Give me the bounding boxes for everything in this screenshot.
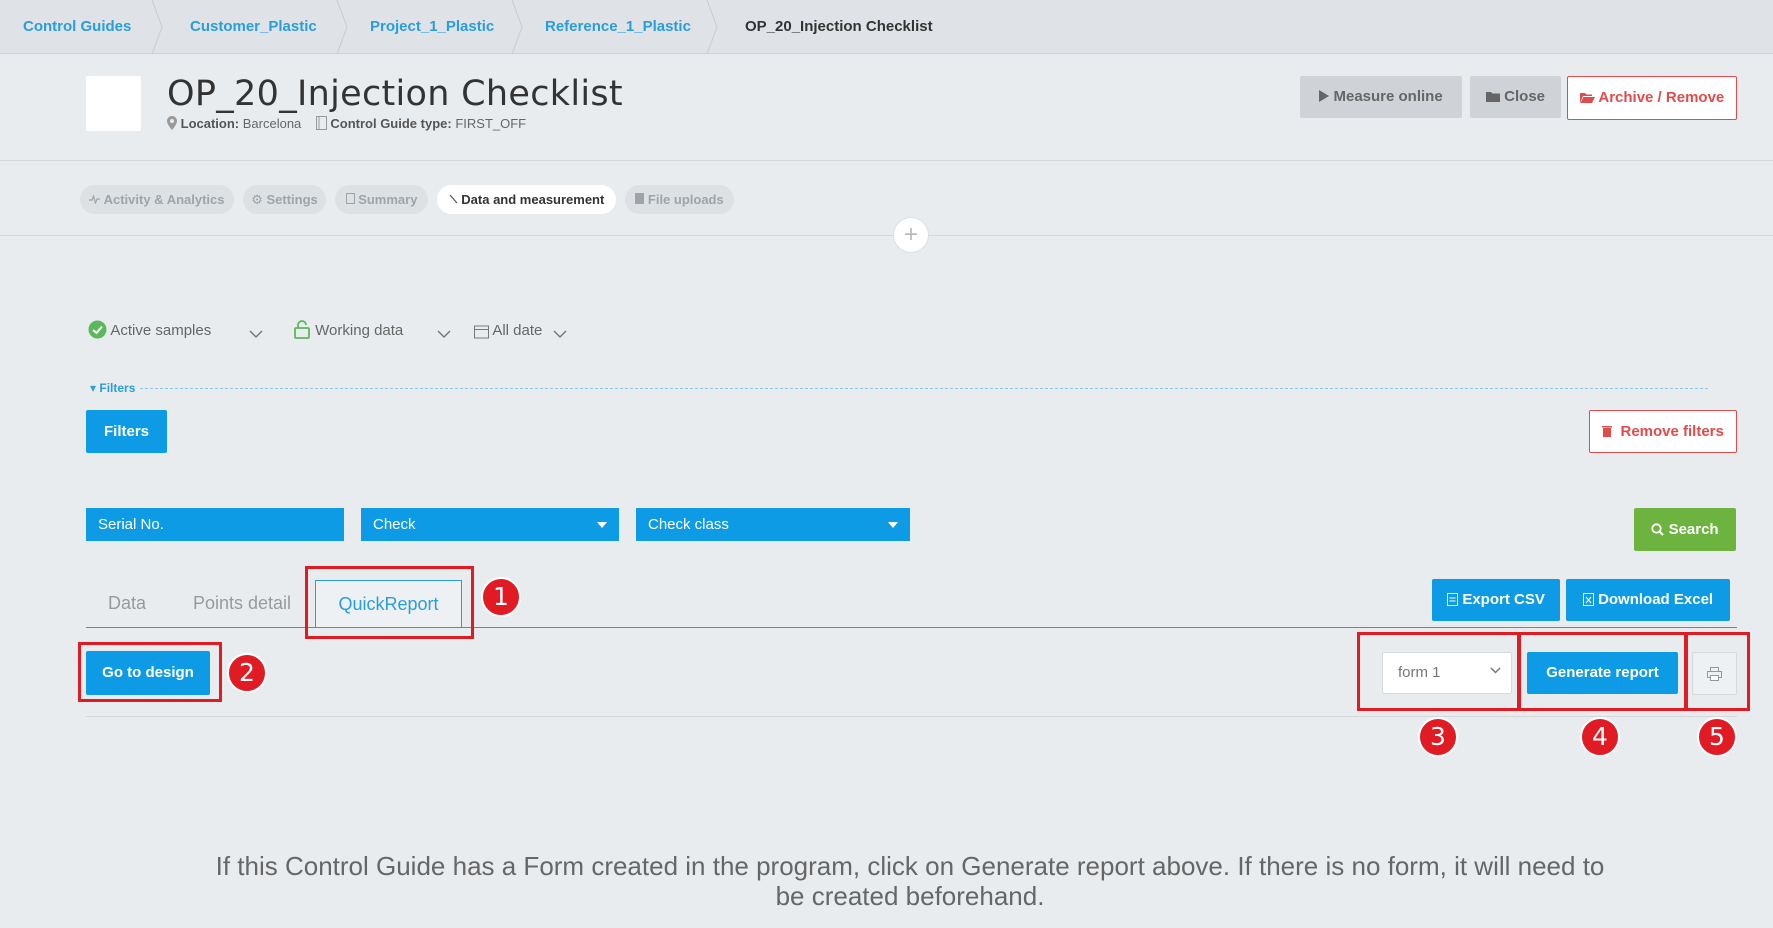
annotation-box-4: [1517, 632, 1688, 711]
chevron-down-icon: [553, 330, 567, 339]
search-label: Search: [1668, 521, 1719, 538]
breadcrumb: Control Guides Customer_Plastic Project_…: [0, 0, 1773, 55]
search-button[interactable]: Search: [1634, 508, 1736, 551]
close-button[interactable]: Close: [1470, 76, 1561, 118]
add-plus-button[interactable]: +: [893, 217, 929, 253]
active-samples-selector[interactable]: Active samples: [88, 320, 263, 342]
file-excel-icon: [1582, 593, 1594, 606]
tab-summary-label: Summary: [358, 192, 418, 207]
chevron-down-icon: [437, 330, 451, 339]
location-label: Location:: [180, 116, 240, 131]
active-samples-label: Active samples: [110, 322, 212, 339]
breadcrumb-separator: [510, 0, 524, 55]
activity-icon: [89, 194, 101, 205]
export-csv-button[interactable]: Export CSV: [1432, 579, 1560, 621]
working-data-selector[interactable]: Working data: [294, 320, 451, 342]
filters-button[interactable]: Filters: [86, 410, 167, 453]
breadcrumb-separator: [705, 0, 719, 55]
chevron-down-icon: [249, 330, 263, 339]
breadcrumb-current: OP_20_Injection Checklist: [745, 18, 933, 35]
tab-data[interactable]: Data: [108, 580, 146, 627]
filters-legend-label: Filters: [99, 381, 136, 395]
measure-online-label: Measure online: [1333, 88, 1443, 105]
tab-summary[interactable]: Summary: [335, 185, 428, 214]
working-data-label: Working data: [315, 322, 404, 339]
caret-down-icon: [888, 522, 898, 528]
file-icon: [635, 193, 645, 204]
check-select[interactable]: Check: [361, 508, 619, 541]
play-icon: [1319, 90, 1330, 102]
page-header: OP_20_Injection Checklist Location: Barc…: [0, 54, 1773, 161]
quickreport-info-text: If this Control Guide has a Form created…: [215, 851, 1605, 911]
tab-settings-label: Settings: [266, 192, 318, 207]
divider: [86, 716, 1737, 717]
plus-icon: +: [903, 221, 918, 248]
download-excel-label: Download Excel: [1598, 591, 1714, 608]
type-label: Control Guide type:: [330, 116, 452, 131]
book-icon: [315, 116, 327, 133]
tab-points-detail[interactable]: Points detail: [193, 580, 291, 627]
close-label: Close: [1504, 88, 1546, 105]
breadcrumb-separator: [335, 0, 349, 55]
annotation-box-5: [1684, 632, 1750, 711]
tab-activity-label: Activity & Analytics: [103, 192, 225, 207]
check-select-value: Check: [373, 516, 416, 533]
annotation-badge-1: 1: [481, 577, 521, 617]
date-label: All date: [492, 322, 543, 339]
location-value: Barcelona: [242, 116, 302, 131]
tab-data-measurement[interactable]: Data and measurement: [437, 185, 616, 214]
tab-file-uploads[interactable]: File uploads: [625, 185, 734, 214]
tab-data-label: Data and measurement: [461, 192, 605, 207]
page-title: OP_20_Injection Checklist: [167, 74, 623, 114]
filters-legend[interactable]: ▾ Filters: [90, 381, 135, 395]
annotation-box-1: [305, 566, 474, 639]
breadcrumb-project[interactable]: Project_1_Plastic: [370, 0, 494, 54]
breadcrumb-control-guides[interactable]: Control Guides: [23, 0, 131, 54]
control-guide-image: [86, 76, 141, 131]
page-meta: Location: Barcelona Control Guide type: …: [167, 116, 526, 133]
section-tabs: Activity & Analytics ⚙ Settings Summary …: [0, 161, 1773, 236]
measure-online-button[interactable]: Measure online: [1300, 76, 1462, 118]
file-text-icon: [1447, 593, 1459, 606]
tab-activity-analytics[interactable]: Activity & Analytics: [80, 185, 234, 214]
annotation-badge-2: 2: [227, 653, 267, 693]
tab-settings[interactable]: ⚙ Settings: [243, 185, 326, 214]
serial-number-input[interactable]: Serial No.: [86, 508, 344, 541]
caret-down-icon: [597, 522, 607, 528]
annotation-box-2: [78, 642, 222, 702]
archive-remove-button[interactable]: Archive / Remove: [1567, 76, 1737, 120]
annotation-box-3: [1357, 632, 1521, 711]
remove-filters-button[interactable]: Remove filters: [1589, 410, 1737, 453]
document-icon: [345, 193, 355, 204]
check-class-select[interactable]: Check class: [636, 508, 910, 541]
folder-icon: [1485, 92, 1500, 102]
remove-filters-label: Remove filters: [1620, 423, 1724, 440]
annotation-badge-5: 5: [1697, 717, 1737, 757]
trash-icon: [1602, 426, 1613, 437]
search-icon: [1651, 523, 1665, 536]
pencil-icon: [449, 194, 458, 204]
breadcrumb-reference[interactable]: Reference_1_Plastic: [545, 0, 691, 54]
annotation-badge-4: 4: [1580, 717, 1620, 757]
map-marker-icon: [167, 116, 177, 133]
gear-icon: ⚙: [251, 192, 263, 207]
unlock-icon: [294, 320, 310, 339]
breadcrumb-separator: [150, 0, 164, 55]
breadcrumb-customer[interactable]: Customer_Plastic: [190, 0, 317, 54]
archive-remove-label: Archive / Remove: [1598, 89, 1725, 106]
check-circle-icon: [88, 320, 107, 339]
folder-open-icon: [1579, 93, 1595, 103]
annotation-badge-3: 3: [1418, 717, 1458, 757]
filters-divider: [140, 388, 1708, 389]
export-csv-label: Export CSV: [1462, 591, 1545, 608]
download-excel-button[interactable]: Download Excel: [1566, 579, 1730, 621]
calendar-icon: [474, 325, 489, 339]
check-class-value: Check class: [648, 516, 729, 533]
tab-files-label: File uploads: [647, 192, 724, 207]
type-value: FIRST_OFF: [455, 116, 527, 131]
date-selector[interactable]: All date: [474, 320, 567, 342]
